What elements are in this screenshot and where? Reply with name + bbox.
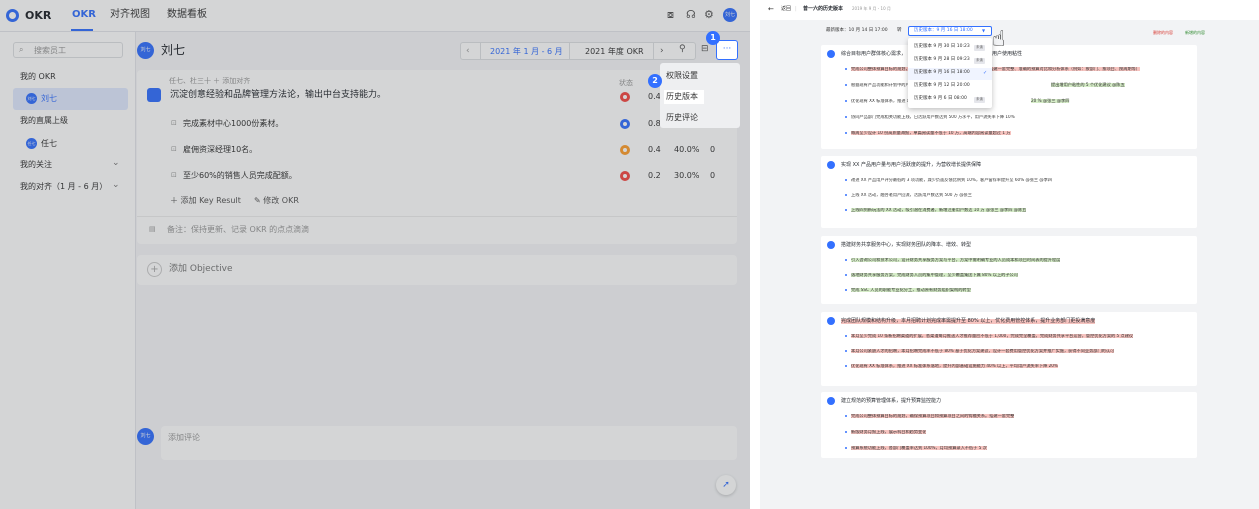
kr-line: 上线四到新玩法的 XX 活动，吸引潜在消费者，新增注册用户数达 10 万 @张三… bbox=[851, 208, 1027, 213]
inserted-text: 20 % @张三 @李四 bbox=[1031, 98, 1070, 104]
back-link[interactable]: 返回 bbox=[781, 7, 791, 12]
kr-line: 上线 XX 活动，融合老用户回流，活跃用户数达到 500 万 @张三 bbox=[851, 193, 972, 197]
legend-deleted: 删除的内容 bbox=[1153, 30, 1173, 35]
doc-header: ← 返回 | 曾一六的历史版本 2019 年 9 月 - 10 月 bbox=[760, 0, 1259, 20]
step-badge-1: 1 bbox=[706, 31, 720, 45]
menu-item-history-comments[interactable]: 历史评论 bbox=[666, 114, 698, 122]
caret-down-icon: ▼ bbox=[982, 28, 986, 33]
menu-item-permissions[interactable]: 权限设置 bbox=[666, 72, 698, 80]
bullet-icon bbox=[845, 350, 847, 352]
bullet-icon bbox=[845, 415, 847, 417]
bullet-icon bbox=[845, 289, 847, 291]
objective-flag-icon bbox=[827, 397, 835, 405]
more-menu: 权限设置 历史版本 历史评论 bbox=[660, 63, 740, 128]
objective-text-tail: 升用户使用粘性 bbox=[987, 51, 1023, 57]
objective-text: 建立规范的预算管理体系，提升预算监控能力 bbox=[841, 398, 942, 404]
bullet-icon bbox=[845, 431, 847, 433]
version-option-label: 历史版本 9 月 6 日 08:00 bbox=[914, 96, 967, 101]
kr-line: 新版财务月报上线，展示科目和趋势变化 bbox=[851, 430, 927, 435]
objective-text: 完成团队规模和结构升级，本月招聘计划完成率需提升至 80% 以上，优化费用管控体… bbox=[841, 318, 1096, 324]
bullet-icon bbox=[845, 335, 847, 337]
objective-text: 综合目标用户群体核心需求， bbox=[841, 51, 907, 57]
doc-date: 2019 年 9 月 - 10 月 bbox=[852, 6, 891, 11]
inserted-text: 提出增用户粘性的 5 个优化建议 @陈五 bbox=[1051, 82, 1125, 88]
kr-line: 协同产品部门完成相关功能上线，日活跃用户数达到 500 万水平，用户流失率下降 … bbox=[851, 115, 1015, 119]
menu-item-label: 历史版本 bbox=[666, 92, 698, 101]
back-arrow-icon[interactable]: ← bbox=[768, 6, 774, 13]
objective-text: 搭建财务共享服务中心，实现财务团队的降本、增效、转型 bbox=[841, 242, 972, 248]
history-version-page: ← 返回 | 曾一六的历史版本 2019 年 9 月 - 10 月 最新版本：1… bbox=[760, 0, 1259, 509]
version-option-label: 历史版本 9 月 16 日 18:00 bbox=[914, 70, 970, 75]
objective-text: 实现 XX 产品用户量与用户活跃度的提升，为营收增长提供保障 bbox=[841, 162, 982, 168]
version-option[interactable]: 历史版本 9 月 30 日 10:23 未读 bbox=[908, 42, 992, 54]
separator: | bbox=[795, 6, 797, 12]
more-button[interactable]: ··· bbox=[716, 40, 738, 60]
bullet-icon bbox=[845, 259, 847, 261]
bullet-icon bbox=[845, 447, 847, 449]
unread-badge: 未读 bbox=[974, 45, 985, 51]
kr-line: 本月公司紧缺人才的招聘，本月招聘完成率不低于 80% 基于优化方案建议，设计一套… bbox=[851, 349, 1115, 354]
dim-overlay bbox=[0, 0, 750, 509]
objective-section: 建立规范的预算管理体系，提升预算监控能力完成公司整体预算目标的规划，确保预算项目… bbox=[821, 392, 1197, 458]
kr-line: 本月至少完成 10 条新招聘渠道的扩展，各渠道每月推送人才推荐量应不低于 1,0… bbox=[851, 334, 1134, 339]
unread-badge: 未读 bbox=[974, 58, 985, 64]
kr-line: 完成公司整体预算目标的规划，确保预算项目和预算项目之间的钩稽关系。搭建一套完整 bbox=[851, 414, 1015, 419]
kr-line: 每周至少设计 10 份高质量海报，单篇阅读量不低于 10 万，高端内容阅读量超过… bbox=[851, 131, 1011, 136]
objective-section: 实现 XX 产品用户量与用户活跃度的提升，为营收增长提供保障改进 XX 产品用户… bbox=[821, 156, 1197, 228]
kr-line: 落地财务共享服务方案，完成财务人员的集中管理，至少覆盖集团下属 80% 以上的子… bbox=[851, 273, 1018, 278]
objective-flag-icon bbox=[827, 161, 835, 169]
bullet-icon bbox=[845, 68, 847, 70]
version-prefix: 转 bbox=[897, 28, 902, 33]
hand-cursor-icon: ☝ bbox=[992, 27, 1006, 52]
objective-section: 综合目标用户群体核心需求， 升用户使用粘性完成公司整体预算目标的规划，确保预算项目… bbox=[821, 45, 1197, 149]
step-badge-2: 2 bbox=[648, 74, 662, 88]
objective-flag-icon bbox=[827, 317, 835, 325]
menu-item-history-version[interactable]: 历史版本 bbox=[664, 90, 704, 104]
objective-section: 搭建财务共享服务中心，实现财务团队的降本、增效、转型引入咨询公司和技术公司，设计… bbox=[821, 236, 1197, 304]
objective-flag-icon bbox=[827, 50, 835, 58]
kr-line: 完成公司整体预算目标的规划，确保预算项目和预算项目之间的钩稽关系。搭建一套完整、… bbox=[851, 67, 1140, 72]
kr-line: 预算系统功能上线，各部门覆盖率达到 100%，月均预算录入不低于 5 次 bbox=[851, 446, 987, 451]
bullet-icon bbox=[845, 179, 847, 181]
bullet-icon bbox=[845, 274, 847, 276]
bullet-icon bbox=[845, 100, 847, 102]
check-icon: ✓ bbox=[983, 70, 988, 76]
objective-flag-icon bbox=[827, 241, 835, 249]
version-option-label: 历史版本 9 月 30 日 10:23 bbox=[914, 44, 970, 49]
version-option-label: 历史版本 9 月 28 日 09:23 bbox=[914, 57, 970, 62]
version-dropdown: 历史版本 9 月 30 日 10:23 未读 历史版本 9 月 28 日 09:23… bbox=[908, 38, 992, 108]
version-option[interactable]: 历史版本 9 月 12 日 20:00 bbox=[908, 81, 992, 93]
version-option[interactable]: 历史版本 9 月 28 日 09:23 未读 bbox=[908, 55, 992, 67]
bullet-icon bbox=[845, 365, 847, 367]
version-option[interactable]: 历史版本 9 月 6 日 08:00 未读 bbox=[908, 94, 992, 106]
okr-app: OKR OKR 对齐视图 数据看板 ⧇ ☊ ⚙ 刘七 ⌕ 搜索员工 我的 OKR… bbox=[0, 0, 750, 509]
unread-badge: 未读 bbox=[974, 97, 985, 103]
doc-title: 曾一六的历史版本 bbox=[803, 6, 844, 12]
version-option[interactable]: 历史版本 9 月 16 日 18:00 ✓ bbox=[908, 68, 992, 80]
kr-line: 改进 XX 产品用户评分最低的 3 项功能，减少负面反馈比例到 10%，客户留存… bbox=[851, 178, 1052, 182]
kr-line: 完成 SSC 人员的职能专业化分工，推动原有财务组织架构的转型 bbox=[851, 288, 971, 293]
latest-version: 最新版本：10 月 14 日 17:00 bbox=[826, 28, 888, 33]
bullet-icon bbox=[845, 132, 847, 134]
version-select-value: 历史版本：9 月 16 日 18:00 bbox=[914, 28, 973, 33]
legend-added: 新增的内容 bbox=[1185, 30, 1205, 35]
bullet-icon bbox=[845, 209, 847, 211]
bullet-icon bbox=[845, 194, 847, 196]
kr-line: 引入咨询公司和技术公司，设计财务共享服务方案与平台，方案中需明确专业的人员成本和… bbox=[851, 258, 1061, 263]
bullet-icon bbox=[845, 84, 847, 86]
objective-section: 完成团队规模和结构升级，本月招聘计划完成率需提升至 80% 以上，优化费用管控体… bbox=[821, 312, 1197, 386]
bullet-icon bbox=[845, 116, 847, 118]
kr-line: 优化现有 XX 标准体系，推进 XX 标准体系落地，提升内部基础设施能力 40%… bbox=[851, 364, 1058, 369]
version-option-label: 历史版本 9 月 12 日 20:00 bbox=[914, 83, 970, 88]
version-select[interactable]: 历史版本：9 月 16 日 18:00 ▼ bbox=[908, 26, 992, 36]
